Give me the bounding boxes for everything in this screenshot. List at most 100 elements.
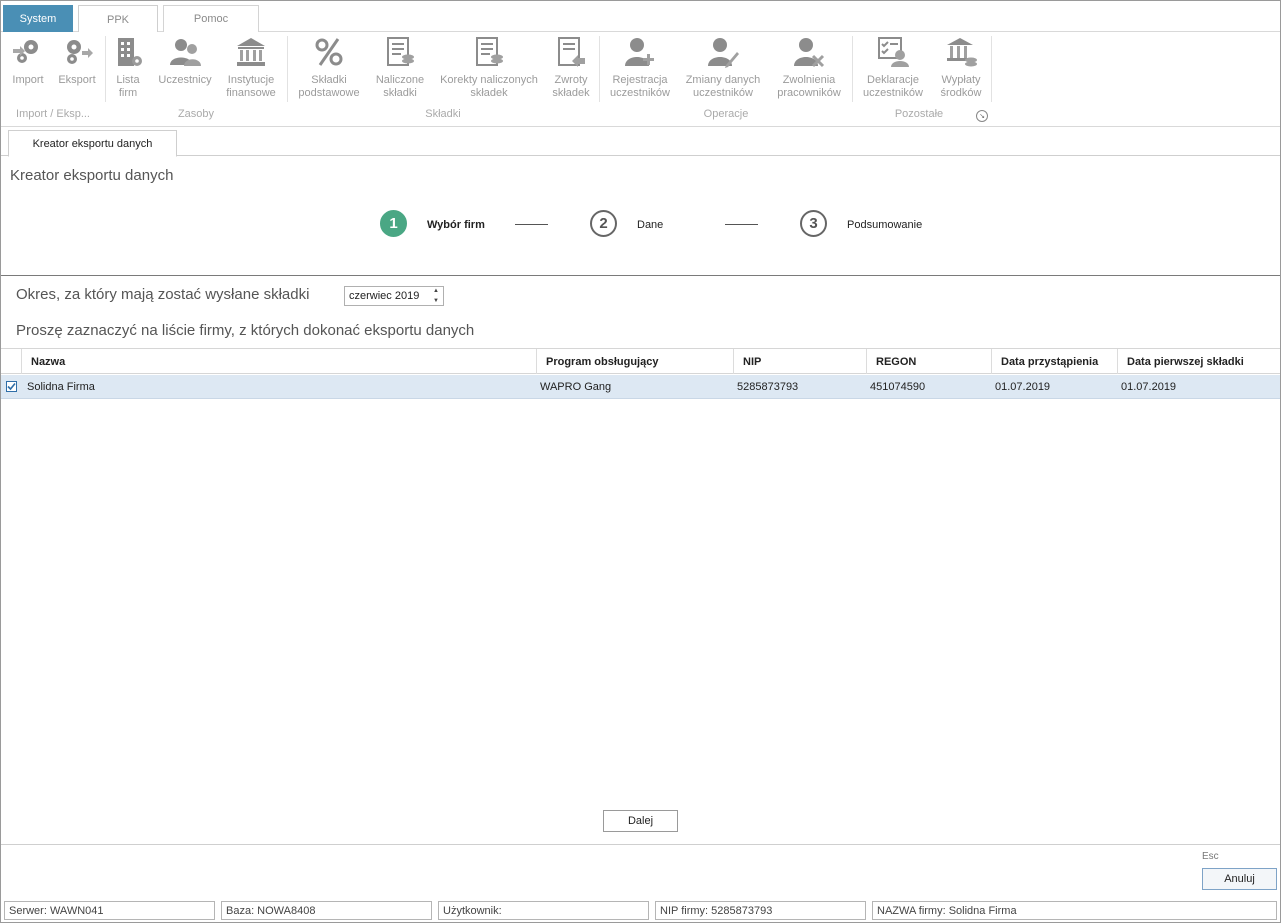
cell-nazwa: Solidna Firma xyxy=(27,380,95,393)
page-title: Kreator eksportu danych xyxy=(10,167,174,184)
spin-down-icon[interactable]: ▼ xyxy=(433,298,439,305)
step-2-label: Dane xyxy=(637,219,664,231)
rejestracja-button[interactable]: Rejestracja uczestników xyxy=(605,34,675,100)
ribbon-separator xyxy=(287,36,288,102)
lista-firm-button[interactable]: Lista firm xyxy=(111,34,145,100)
instytucje-label: Instytucje finansowe xyxy=(226,74,276,99)
cell-data-pierwszej-skladki: 01.07.2019 xyxy=(1121,380,1177,393)
import-button[interactable]: Import xyxy=(8,34,48,87)
eksport-label: Eksport xyxy=(58,74,96,86)
percent-icon xyxy=(312,34,346,70)
step-2-indicator: 2 xyxy=(590,210,617,237)
eksport-button[interactable]: Eksport xyxy=(55,34,99,87)
naliczone-skladki-label: Naliczone składki xyxy=(375,74,425,99)
period-value: czerwiec 2019 xyxy=(349,290,420,302)
period-label: Okres, za który mają zostać wysłane skła… xyxy=(16,286,310,303)
cell-program: WAPRO Gang xyxy=(540,380,612,393)
status-baza: Baza: NOWA8408 xyxy=(221,901,432,920)
add-user-icon xyxy=(623,34,657,70)
remove-user-icon xyxy=(792,34,826,70)
naliczone-skladki-button[interactable]: Naliczone składki xyxy=(372,34,428,100)
zwolnienia-label: Zwolnienia pracowników xyxy=(777,74,841,99)
uczestnicy-button[interactable]: Uczestnicy xyxy=(155,34,215,87)
group-label-zasoby: Zasoby xyxy=(177,108,215,120)
step-3-indicator: 3 xyxy=(800,210,827,237)
column-header-data-przystapienia[interactable]: Data przystąpienia xyxy=(991,349,1117,374)
korekty-label: Korekty naliczonych składek xyxy=(440,74,538,99)
deklaracje-label: Deklaracje uczestników xyxy=(863,74,923,99)
ribbon: Import Eksport Lista firm Uczestnicy Ins… xyxy=(1,32,1280,127)
skladki-podstawowe-button[interactable]: Składki podstawowe xyxy=(293,34,365,100)
declaration-icon xyxy=(876,34,910,70)
zwroty-button[interactable]: Zwroty składek xyxy=(549,34,593,100)
group-label-operacje: Operacje xyxy=(703,108,749,120)
cancel-button[interactable]: Anuluj xyxy=(1202,868,1277,890)
table-row[interactable]: Solidna Firma WAPRO Gang 5285873793 4510… xyxy=(1,375,1280,399)
tab-kreator-eksportu[interactable]: Kreator eksportu danych xyxy=(8,130,177,157)
status-nazwa-firmy: NAZWA firmy: Solidna Firma xyxy=(872,901,1277,920)
row-checkbox[interactable] xyxy=(6,381,17,392)
zmiany-danych-button[interactable]: Zmiany danych uczestników xyxy=(682,34,764,100)
status-uzytkownik: Użytkownik: xyxy=(438,901,649,920)
institution-icon xyxy=(234,34,268,70)
esc-shortcut-hint: Esc xyxy=(1202,851,1219,862)
spinner-arrows: ▲ ▼ xyxy=(431,288,441,305)
status-nip-firmy: NIP firmy: 5285873793 xyxy=(655,901,866,920)
ribbon-launcher-icon[interactable]: ↘ xyxy=(976,110,988,122)
next-button[interactable]: Dalej xyxy=(603,810,678,832)
column-header-data-pierwszej-skladki[interactable]: Data pierwszej składki xyxy=(1117,349,1280,374)
tab-pomoc[interactable]: Pomoc xyxy=(163,5,259,32)
group-label-pozostale: Pozostałe xyxy=(894,108,944,120)
tab-ppk[interactable]: PPK xyxy=(78,5,158,33)
spin-up-icon[interactable]: ▲ xyxy=(433,288,439,295)
step-connector xyxy=(515,224,548,225)
grid-header: Nazwa Program obsługujący NIP REGON Data… xyxy=(1,348,1280,374)
menu-tab-bar: System PPK Pomoc xyxy=(1,1,1280,33)
correction-document-icon xyxy=(472,34,506,70)
deklaracje-button[interactable]: Deklaracje uczestników xyxy=(858,34,928,100)
checkmark-icon xyxy=(7,382,16,391)
zmiany-danych-label: Zmiany danych uczestników xyxy=(685,74,761,99)
cell-regon: 451074590 xyxy=(870,380,926,393)
ribbon-separator xyxy=(991,36,992,102)
calculated-document-icon xyxy=(383,34,417,70)
export-gears-icon xyxy=(60,34,94,70)
return-document-icon xyxy=(554,34,588,70)
list-instruction: Proszę zaznaczyć na liście firmy, z któr… xyxy=(16,322,475,339)
tab-system[interactable]: System xyxy=(3,5,73,32)
import-gears-icon xyxy=(11,34,45,70)
step-1-label: Wybór firm xyxy=(427,219,485,231)
column-header-nazwa[interactable]: Nazwa xyxy=(21,349,536,374)
wizard-divider xyxy=(1,275,1280,276)
column-header-program[interactable]: Program obsługujący xyxy=(536,349,733,374)
rejestracja-label: Rejestracja uczestników xyxy=(610,74,670,99)
ribbon-separator xyxy=(599,36,600,102)
cell-nip: 5285873793 xyxy=(737,380,799,393)
group-label-import-eksport: Import / Eksp... xyxy=(16,108,90,120)
lista-firm-label: Lista firm xyxy=(116,74,140,99)
wyplaty-button[interactable]: Wypłaty środków xyxy=(935,34,987,100)
building-icon xyxy=(111,34,145,70)
edit-user-icon xyxy=(706,34,740,70)
footer-divider xyxy=(1,844,1280,845)
step-3-label: Podsumowanie xyxy=(847,219,923,231)
document-tab-bar: Kreator eksportu danych xyxy=(1,127,1280,157)
payout-icon xyxy=(944,34,978,70)
status-serwer: Serwer: WAWN041 xyxy=(4,901,215,920)
column-header-nip[interactable]: NIP xyxy=(733,349,866,374)
korekty-button[interactable]: Korekty naliczonych składek xyxy=(435,34,543,100)
status-bar: Serwer: WAWN041 Baza: NOWA8408 Użytkowni… xyxy=(1,899,1280,923)
instytucje-button[interactable]: Instytucje finansowe xyxy=(222,34,280,100)
cell-data-przystapienia: 01.07.2019 xyxy=(995,380,1051,393)
zwolnienia-button[interactable]: Zwolnienia pracowników xyxy=(771,34,847,100)
uczestnicy-label: Uczestnicy xyxy=(158,74,212,86)
group-label-skladki: Składki xyxy=(425,108,461,120)
ribbon-separator xyxy=(852,36,853,102)
import-label: Import xyxy=(12,74,44,86)
skladki-podstawowe-label: Składki podstawowe xyxy=(298,74,360,99)
ribbon-separator xyxy=(105,36,106,102)
step-1-indicator: 1 xyxy=(380,210,407,237)
column-header-regon[interactable]: REGON xyxy=(866,349,991,374)
users-icon xyxy=(168,34,202,70)
period-spinner[interactable]: czerwiec 2019 ▲ ▼ xyxy=(344,286,444,306)
